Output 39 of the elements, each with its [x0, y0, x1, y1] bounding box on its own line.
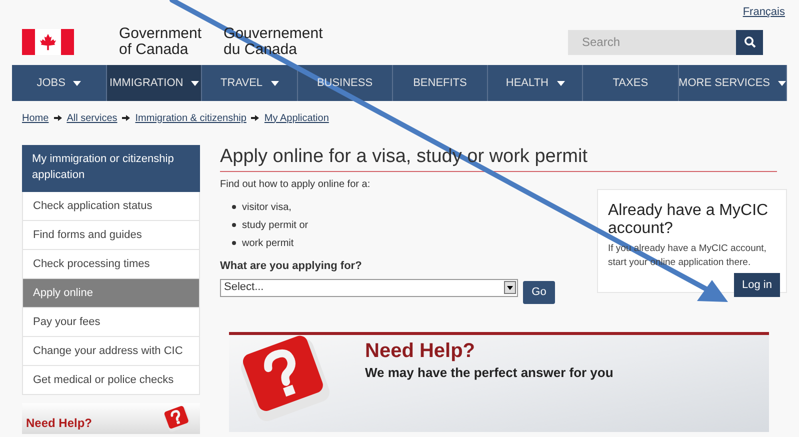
- intro-text: Find out how to apply online for a:: [220, 178, 372, 192]
- bullet-icon: [232, 223, 236, 227]
- question-label: What are you applying for?: [220, 259, 363, 274]
- sidebar-item[interactable]: Check processing times: [22, 250, 200, 279]
- search-button[interactable]: [736, 30, 763, 54]
- sidebar-item[interactable]: Apply online: [22, 279, 200, 308]
- language-link[interactable]: Français: [742, 4, 785, 20]
- sidebar-item[interactable]: Check application status: [22, 192, 200, 221]
- search-field[interactable]: Search: [568, 30, 736, 54]
- canada-flag-icon: [22, 29, 74, 55]
- go-button[interactable]: Go: [523, 280, 555, 304]
- help-subtitle: We may have the perfect answer for you: [365, 364, 614, 382]
- nav-tab[interactable]: MORE SERVICES: [678, 65, 788, 101]
- sidebar-item[interactable]: Find forms and guides: [22, 221, 200, 250]
- breadcrumb-link[interactable]: My Application: [264, 110, 329, 126]
- nav-tab[interactable]: IMMIGRATION: [107, 65, 202, 101]
- help-title: Need Help?: [365, 338, 476, 362]
- select-dropdown[interactable]: Select...: [220, 278, 518, 296]
- sidebar-item[interactable]: Pay your fees: [22, 308, 200, 337]
- breadcrumb-arrow-icon: [251, 115, 260, 121]
- help-banner-title: Need Help?: [26, 415, 92, 432]
- sidebar-heading[interactable]: My immigration or citizenship application: [22, 145, 200, 192]
- breadcrumb-arrow-icon: [54, 115, 62, 121]
- site-title: Government of Canada: [119, 26, 202, 58]
- bullet-icon: [232, 241, 236, 245]
- breadcrumb-arrow-icon: [122, 115, 130, 121]
- list-item-text: work permit: [242, 236, 294, 250]
- list-item-text: study permit or: [242, 218, 308, 232]
- sidebar-item[interactable]: Change your address with CIC: [22, 337, 200, 366]
- breadcrumb-link[interactable]: Home: [22, 110, 49, 126]
- breadcrumb-link[interactable]: Immigration & citizenship: [135, 110, 246, 126]
- breadcrumb-link[interactable]: All services: [66, 110, 118, 126]
- bullet-icon: [232, 205, 236, 209]
- search-icon: [744, 36, 756, 48]
- page-title: Apply online for a visa, study or work permit: [220, 145, 777, 172]
- sidebar-item[interactable]: Get medical or police checks: [22, 366, 200, 395]
- list-item-text: visitor visa,: [242, 200, 292, 214]
- account-card-title: Already have a MyCIC account?: [608, 202, 770, 238]
- login-button[interactable]: Log in: [734, 273, 780, 297]
